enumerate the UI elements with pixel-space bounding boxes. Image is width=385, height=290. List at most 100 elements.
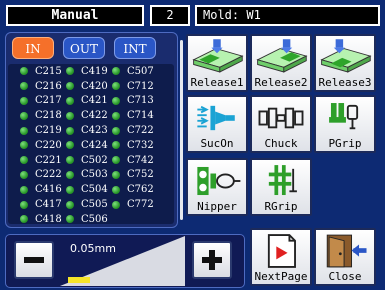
io-item: C422 (66, 108, 108, 123)
led-on-icon (20, 96, 28, 105)
part-grip-icon (329, 103, 359, 130)
chuck-button[interactable]: Chuck (250, 95, 312, 153)
led-on-icon (112, 126, 120, 135)
exit-door-icon (326, 234, 367, 268)
led-on-icon (66, 185, 74, 194)
io-item: C222 (20, 168, 62, 183)
led-on-icon (20, 215, 28, 224)
io-item: C742 (112, 153, 154, 168)
led-on-icon (66, 170, 74, 179)
decrease-button[interactable] (14, 241, 54, 279)
io-column-1: C215 C216 C217 C218 C219 C220 C221 C222 … (20, 64, 62, 227)
led-on-icon (112, 96, 120, 105)
tab-out[interactable]: OUT (63, 37, 105, 59)
tab-int[interactable]: INT (114, 37, 156, 59)
nipper-button[interactable]: Nipper (186, 158, 248, 216)
step-value: 0.05mm (70, 242, 116, 255)
next-page-button[interactable]: NextPage (250, 228, 312, 286)
led-on-icon (20, 156, 28, 165)
io-list: C215 C216 C217 C218 C219 C220 C221 C222 … (8, 64, 174, 227)
led-on-icon (112, 156, 120, 165)
release-icon (256, 39, 308, 73)
release3-button[interactable]: Release3 (314, 34, 376, 92)
led-on-icon (66, 67, 74, 76)
io-item: C421 (66, 94, 108, 109)
io-item: C507 (112, 64, 154, 79)
io-item: C418 (20, 212, 62, 227)
release1-button[interactable]: Release1 (186, 34, 248, 92)
io-item: C420 (66, 79, 108, 94)
mode-indicator: Manual (6, 5, 144, 26)
next-page-label: NextPage (254, 270, 308, 283)
led-on-icon (66, 82, 74, 91)
increase-button[interactable] (192, 241, 232, 279)
io-item: C503 (66, 168, 108, 183)
led-on-icon (20, 170, 28, 179)
led-on-icon (20, 185, 28, 194)
io-column-3: C507 C712 C713 C714 C722 C732 C742 C752 … (112, 64, 154, 212)
rgrip-button[interactable]: RGrip (250, 158, 312, 216)
pgrip-label: PGrip (328, 137, 362, 150)
step-position-marker (68, 277, 90, 283)
io-item: C424 (66, 138, 108, 153)
minus-icon (24, 257, 44, 263)
led-on-icon (66, 215, 74, 224)
runner-grip-icon (268, 165, 297, 196)
led-on-icon (112, 185, 120, 194)
nipper-icon (197, 166, 241, 196)
io-item: C221 (20, 153, 62, 168)
title-bar: Manual 2 Mold: W1 (0, 0, 385, 30)
close-button[interactable]: Close (314, 228, 376, 286)
led-on-icon (20, 67, 28, 76)
led-on-icon (66, 156, 74, 165)
led-on-icon (66, 111, 74, 120)
io-item: C219 (20, 123, 62, 138)
led-on-icon (20, 200, 28, 209)
io-item: C722 (112, 123, 154, 138)
next-page-icon (267, 234, 296, 268)
nipper-label: Nipper (197, 200, 237, 213)
tab-in[interactable]: IN (12, 37, 54, 59)
io-item: C216 (20, 79, 62, 94)
chuck-label: Chuck (264, 137, 298, 150)
led-on-icon (112, 67, 120, 76)
led-on-icon (112, 170, 120, 179)
led-on-icon (112, 82, 120, 91)
sucon-button[interactable]: SucOn (186, 95, 248, 153)
release-icon (320, 39, 372, 73)
close-label: Close (328, 270, 362, 283)
led-on-icon (112, 200, 120, 209)
sucon-label: SucOn (200, 137, 234, 150)
io-item: C215 (20, 64, 62, 79)
led-on-icon (66, 126, 74, 135)
step-number: 2 (150, 5, 190, 26)
release3-label: Release3 (318, 76, 372, 89)
io-item: C505 (66, 197, 108, 212)
io-item: C506 (66, 212, 108, 227)
rgrip-label: RGrip (264, 200, 298, 213)
io-item: C713 (112, 94, 154, 109)
panel-divider (180, 40, 183, 220)
led-on-icon (112, 111, 120, 120)
led-on-icon (20, 141, 28, 150)
io-item: C220 (20, 138, 62, 153)
io-item: C417 (20, 197, 62, 212)
io-item: C732 (112, 138, 154, 153)
suction-icon (197, 105, 235, 131)
io-item: C218 (20, 108, 62, 123)
io-item: C712 (112, 79, 154, 94)
led-on-icon (20, 82, 28, 91)
io-item: C762 (112, 182, 154, 197)
mold-indicator: Mold: W1 (195, 5, 380, 26)
led-on-icon (20, 111, 28, 120)
pgrip-button[interactable]: PGrip (314, 95, 376, 153)
release1-label: Release1 (190, 76, 244, 89)
led-on-icon (112, 141, 120, 150)
io-item: C217 (20, 94, 62, 109)
io-item: C504 (66, 182, 108, 197)
led-on-icon (66, 141, 74, 150)
release2-button[interactable]: Release2 (250, 34, 312, 92)
io-item: C772 (112, 197, 154, 212)
io-item: C752 (112, 168, 154, 183)
release2-label: Release2 (254, 76, 308, 89)
